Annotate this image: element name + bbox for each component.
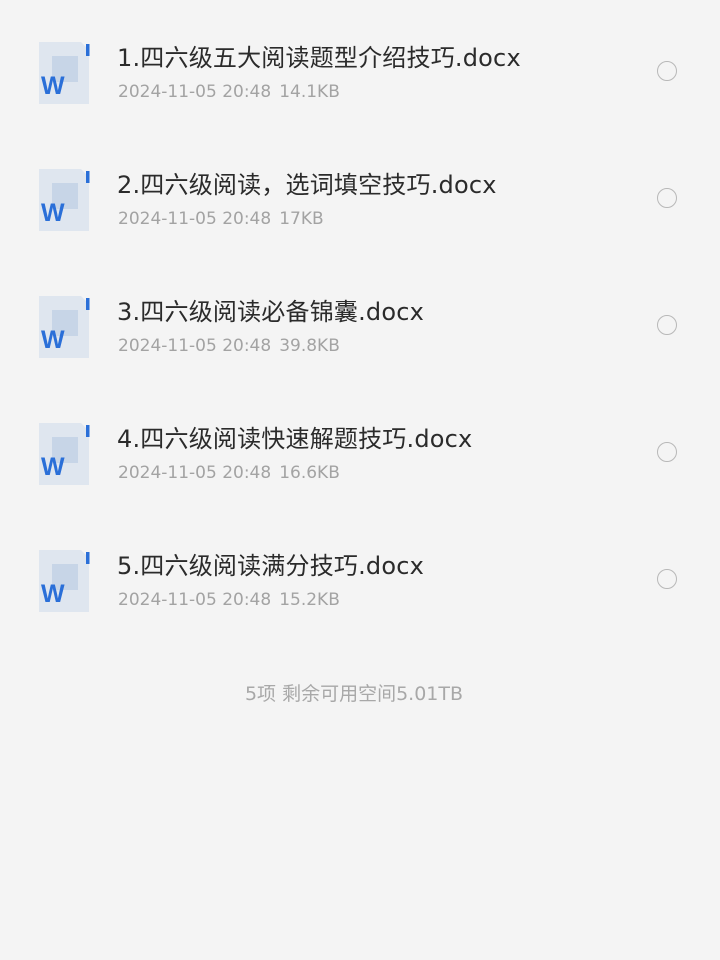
file-size: 14.1KB	[279, 82, 340, 102]
file-size: 17KB	[279, 209, 324, 229]
file-name: 1.四六级五大阅读题型介绍技巧.docx	[117, 44, 521, 72]
select-radio[interactable]	[657, 315, 677, 335]
file-item-4[interactable]: W 4.四六级阅读快速解题技巧.docx 2024-11-05 20:48 16.…	[0, 419, 720, 529]
svg-text:W: W	[41, 199, 65, 227]
file-meta: 2024-11-05 20:48 16.6KB	[118, 461, 340, 485]
file-item-2[interactable]: W 2.四六级阅读，选词填空技巧.docx 2024-11-05 20:48 17…	[0, 165, 720, 275]
select-radio[interactable]	[657, 61, 677, 81]
free-space: 剩余可用空间5.01TB	[282, 683, 464, 705]
file-meta: 2024-11-05 20:48 39.8KB	[118, 334, 340, 358]
file-date: 2024-11-05 20:48	[118, 590, 272, 610]
file-name: 4.四六级阅读快速解题技巧.docx	[117, 425, 473, 453]
file-name: 2.四六级阅读，选词填空技巧.docx	[117, 171, 497, 199]
storage-summary: 5项 剩余可用空间5.01TB	[0, 680, 708, 708]
file-name: 3.四六级阅读必备锦囊.docx	[117, 298, 425, 326]
file-date: 2024-11-05 20:48	[118, 463, 272, 483]
file-item-5[interactable]: W 5.四六级阅读满分技巧.docx 2024-11-05 20:48 15.2K…	[0, 546, 720, 656]
file-date: 2024-11-05 20:48	[118, 209, 272, 229]
select-radio[interactable]	[657, 188, 677, 208]
file-date: 2024-11-05 20:48	[118, 336, 272, 356]
file-name: 5.四六级阅读满分技巧.docx	[117, 552, 425, 580]
file-item-1[interactable]: W 1.四六级五大阅读题型介绍技巧.docx 2024-11-05 20:48 1…	[0, 38, 720, 148]
word-doc-icon: W	[35, 292, 91, 362]
file-size: 39.8KB	[279, 336, 340, 356]
file-size: 16.6KB	[279, 463, 340, 483]
word-doc-icon: W	[35, 165, 91, 235]
item-count: 5项	[244, 683, 277, 705]
svg-text:W: W	[41, 580, 65, 608]
word-doc-icon: W	[35, 38, 91, 108]
file-meta: 2024-11-05 20:48 14.1KB	[118, 80, 340, 104]
svg-text:W: W	[41, 72, 65, 100]
svg-text:W: W	[41, 326, 65, 354]
file-meta: 2024-11-05 20:48 15.2KB	[118, 588, 340, 612]
word-doc-icon: W	[35, 419, 91, 489]
select-radio[interactable]	[657, 442, 677, 462]
select-radio[interactable]	[657, 569, 677, 589]
svg-text:W: W	[41, 453, 65, 481]
file-meta: 2024-11-05 20:48 17KB	[118, 207, 324, 231]
file-size: 15.2KB	[279, 590, 340, 610]
word-doc-icon: W	[35, 546, 91, 616]
file-date: 2024-11-05 20:48	[118, 82, 272, 102]
file-item-3[interactable]: W 3.四六级阅读必备锦囊.docx 2024-11-05 20:48 39.8K…	[0, 292, 720, 402]
